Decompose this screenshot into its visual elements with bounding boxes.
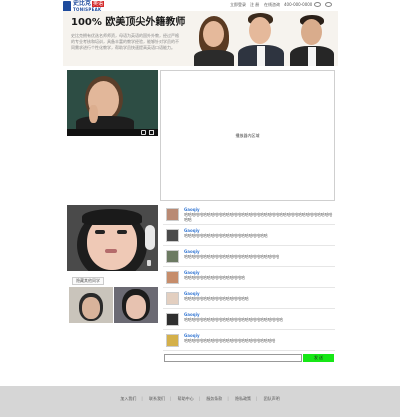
teacher-video[interactable] — [67, 70, 158, 136]
footer: 加入我们 | 联系我们 | 帮助中心 | 服务条款 | 隐私政策 | 团队声明 — [0, 386, 400, 417]
whiteboard-area[interactable]: 播放器内区域 — [160, 70, 335, 201]
top-bar — [0, 0, 400, 11]
chat-text: 哈哈哈哈哈哈哈哈哈哈哈哈哈哈哈哈 — [184, 275, 245, 280]
classmate-video-2[interactable] — [114, 287, 158, 323]
user-avatar — [166, 334, 179, 347]
footer-link-contact[interactable]: 联系我们 — [149, 396, 165, 401]
teacher-photo-3 — [289, 11, 335, 66]
send-button[interactable]: 发 送 — [303, 354, 334, 362]
banner: 100% 欧美顶尖外籍教师 史比克拥有优选名师师资，母语为英语的国外外教，经过严… — [63, 11, 338, 66]
user-avatar — [166, 250, 179, 263]
user-avatar — [166, 229, 179, 242]
footer-link-join[interactable]: 加入我们 — [120, 396, 136, 401]
chat-text: 哈哈哈哈哈哈哈哈哈哈哈哈哈哈哈哈哈哈哈哈哈哈哈哈哈哈哈哈哈哈哈哈哈哈哈哈哈哈哈哈… — [184, 212, 333, 222]
hide-classmates-button[interactable]: 隐藏其他同学 — [72, 277, 104, 285]
footer-link-terms[interactable]: 服务条款 — [206, 396, 222, 401]
user-avatar — [166, 208, 179, 221]
footer-links: 加入我们 | 联系我们 | 帮助中心 | 服务条款 | 隐私政策 | 团队声明 — [0, 396, 400, 401]
footer-separator: | — [198, 396, 201, 401]
login-link[interactable]: 立即登录 — [230, 2, 246, 7]
footer-separator: | — [255, 396, 258, 401]
whiteboard-label: 播放器内区域 — [235, 133, 260, 138]
banner-title: 100% 欧美顶尖外籍教师 — [71, 17, 186, 28]
footer-link-statement[interactable]: 团队声明 — [264, 396, 280, 401]
footer-separator: | — [227, 396, 229, 401]
banner-description: 史比克拥有优选名师师资，母语为英语的国外外教，经过严格的专业考核和培训，具备丰富… — [71, 33, 179, 50]
chat-text: 哈哈哈哈哈哈哈哈哈哈哈哈哈哈哈哈哈哈哈哈哈哈哈哈 — [184, 338, 276, 343]
chat-message: Gaoqiy 哈哈哈哈哈哈哈哈哈哈哈哈哈哈哈哈 — [163, 268, 335, 288]
footer-link-help[interactable]: 帮助中心 — [178, 396, 194, 401]
teacher-photo-1 — [191, 11, 237, 66]
student-video[interactable] — [67, 205, 158, 271]
wechat-icon[interactable] — [325, 2, 332, 7]
footer-separator: | — [141, 396, 143, 401]
footer-link-privacy[interactable]: 隐私政策 — [235, 396, 251, 401]
user-avatar — [166, 271, 179, 284]
chat-message: Gaoqiy 哈哈哈哈哈哈哈哈哈哈哈哈哈哈哈哈哈 — [163, 289, 335, 309]
speaker-icon[interactable] — [141, 130, 146, 135]
register-link[interactable]: 注 册 — [250, 2, 259, 7]
phone-number: 400-000-0000 — [284, 2, 313, 7]
chat-message: Gaoqiy 哈哈哈哈哈哈哈哈哈哈哈哈哈哈哈哈哈哈哈哈哈哈哈哈哈哈 — [163, 310, 335, 330]
chat-text: 哈哈哈哈哈哈哈哈哈哈哈哈哈哈哈哈哈 — [184, 296, 249, 301]
teacher-photo-2 — [237, 11, 285, 66]
consult-link[interactable]: 在线咨询 — [264, 2, 280, 7]
footer-separator: | — [170, 396, 172, 401]
chat-text: 哈哈哈哈哈哈哈哈哈哈哈哈哈哈哈哈哈哈哈哈哈哈哈哈哈哈 — [184, 317, 283, 322]
chat-message: Gaoqiy 哈哈哈哈哈哈哈哈哈哈哈哈哈哈哈哈哈哈哈哈哈哈哈哈哈 — [163, 247, 335, 267]
chat-message: Gaoqiy 哈哈哈哈哈哈哈哈哈哈哈哈哈哈哈哈哈哈哈哈哈哈 — [163, 226, 335, 246]
chat-message: Gaoqiy 哈哈哈哈哈哈哈哈哈哈哈哈哈哈哈哈哈哈哈哈哈哈哈哈 — [163, 331, 335, 351]
microphone-icon[interactable] — [147, 260, 151, 266]
page: 史比克 英语 TONISPEAK 立即登录 注 册 在线咨询 400-000-0… — [0, 0, 400, 417]
chat-text: 哈哈哈哈哈哈哈哈哈哈哈哈哈哈哈哈哈哈哈哈哈哈 — [184, 233, 268, 238]
classmate-video-1[interactable] — [69, 287, 113, 323]
user-avatar — [166, 313, 179, 326]
chat-input[interactable] — [164, 354, 302, 362]
user-avatar — [166, 292, 179, 305]
fullscreen-icon[interactable] — [149, 130, 154, 135]
weibo-icon[interactable] — [314, 2, 321, 7]
chat-message: Gaoqiy 哈哈哈哈哈哈哈哈哈哈哈哈哈哈哈哈哈哈哈哈哈哈哈哈哈哈哈哈哈哈哈哈哈… — [163, 205, 335, 225]
chat-text: 哈哈哈哈哈哈哈哈哈哈哈哈哈哈哈哈哈哈哈哈哈哈哈哈哈 — [184, 254, 279, 259]
